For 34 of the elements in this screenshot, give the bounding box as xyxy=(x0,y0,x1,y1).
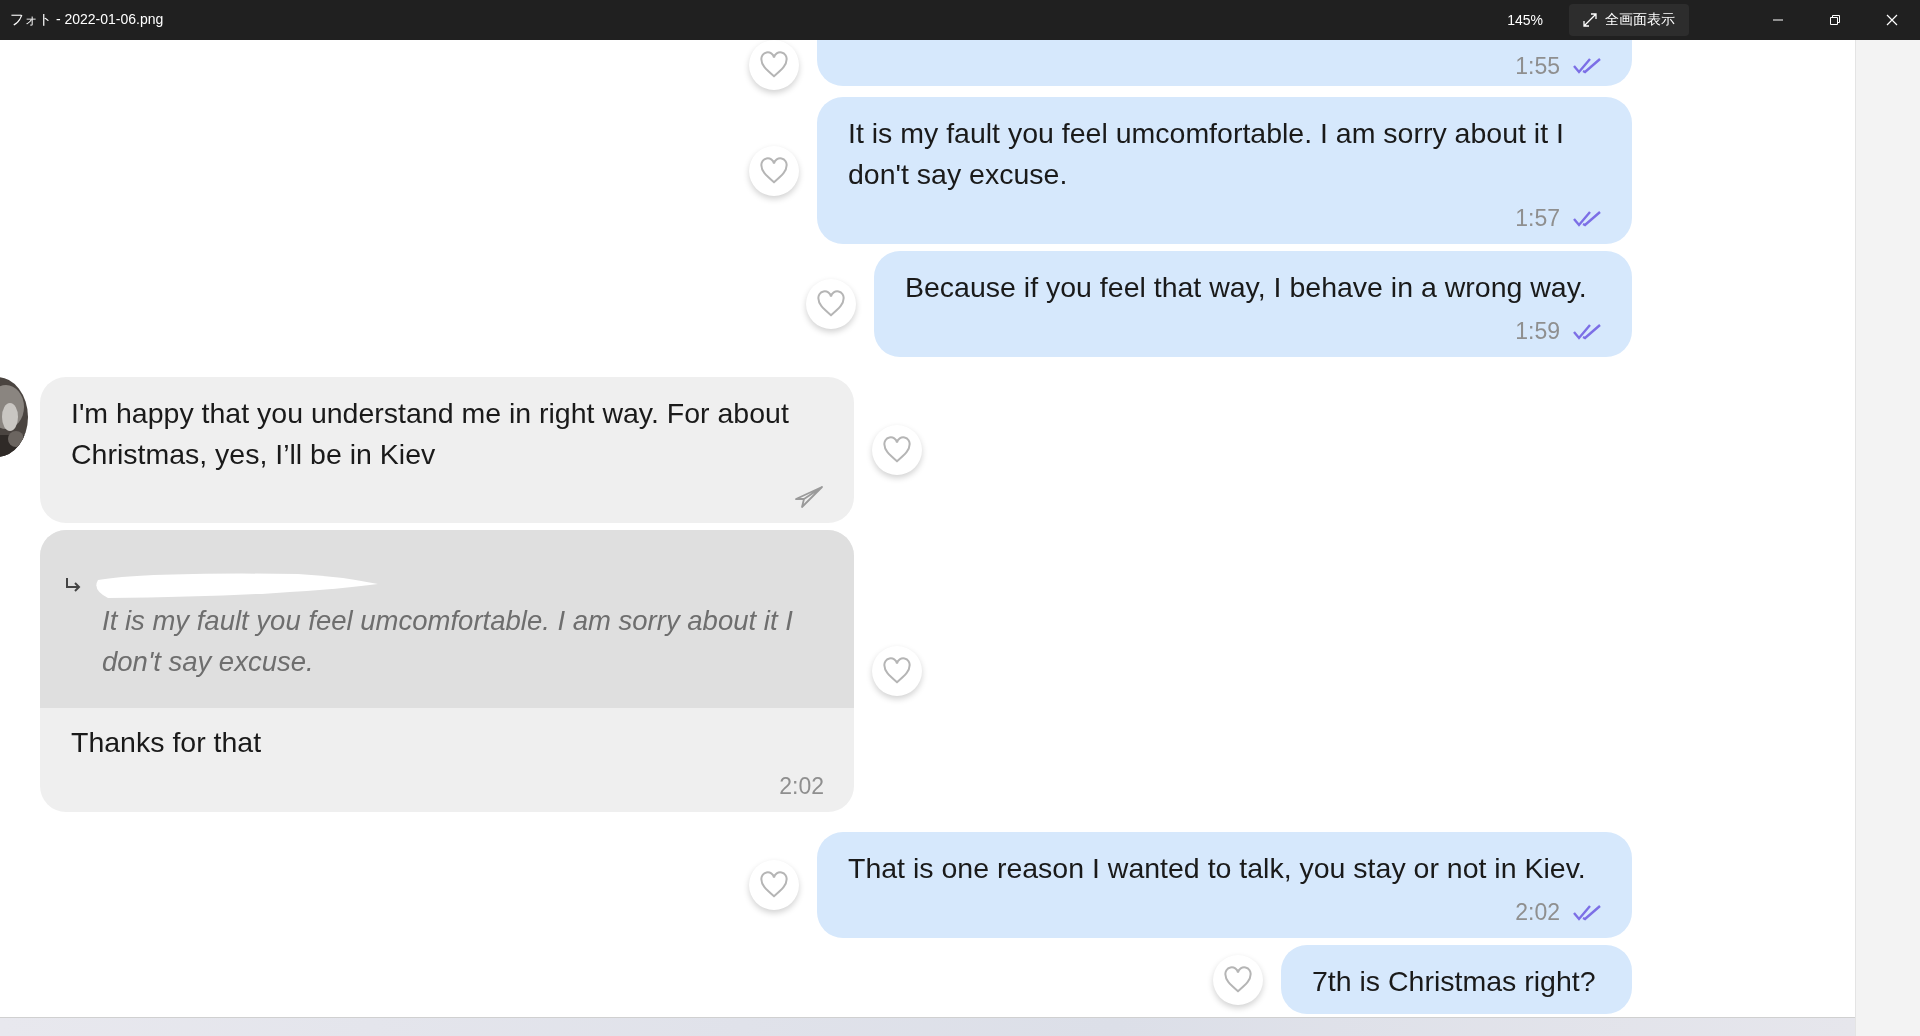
message-time: 1:59 xyxy=(1515,318,1560,345)
restore-icon xyxy=(1828,14,1841,26)
message-text: Thanks for that xyxy=(71,725,263,760)
message-time: 1:55 xyxy=(1515,52,1560,80)
message-time: 2:02 xyxy=(779,773,824,800)
zoom-level: 145% xyxy=(1507,12,1543,28)
heart-icon xyxy=(882,657,912,685)
reply-icon[interactable] xyxy=(792,485,824,511)
like-button[interactable] xyxy=(749,145,799,196)
heart-icon xyxy=(816,290,846,318)
message-text: 7th is Christmas right? xyxy=(1312,964,1597,999)
like-button[interactable] xyxy=(1213,954,1263,1005)
message-time: 1:57 xyxy=(1515,205,1560,232)
message-time: 2:02 xyxy=(1515,899,1560,926)
window-title: フォト - 2022-01-06.png xyxy=(10,11,165,29)
message-text: I'm happy that you understand me in right way. For about Christmas, yes, I’ll be in Kiev xyxy=(71,396,790,472)
like-button[interactable] xyxy=(749,860,799,910)
heart-icon xyxy=(1223,965,1253,994)
message-text: Because if you feel that way, I behave in a wrong way. xyxy=(905,270,1588,305)
close-icon xyxy=(1885,14,1898,26)
like-button[interactable] xyxy=(749,40,799,90)
message-text: That is one reason I wanted to talk, you stay or not in Kiev. xyxy=(848,851,1587,886)
reply-arrow-icon xyxy=(64,576,82,594)
like-button[interactable] xyxy=(872,425,922,475)
expand-icon xyxy=(1583,13,1597,27)
heart-icon xyxy=(882,436,912,464)
like-button[interactable] xyxy=(806,279,856,329)
heart-icon xyxy=(759,871,789,899)
like-button[interactable] xyxy=(872,646,922,696)
fullscreen-button[interactable]: 全画面表示 xyxy=(1569,4,1689,36)
heart-icon xyxy=(759,156,789,185)
heart-icon xyxy=(759,51,789,79)
quoted-text: It is my fault you feel umcomfortable. I am sorry about it I don't say excuse. xyxy=(101,604,794,679)
message-text: It is my fault you feel umcomfortable. I am sorry about it I don't say excuse. xyxy=(848,116,1565,192)
